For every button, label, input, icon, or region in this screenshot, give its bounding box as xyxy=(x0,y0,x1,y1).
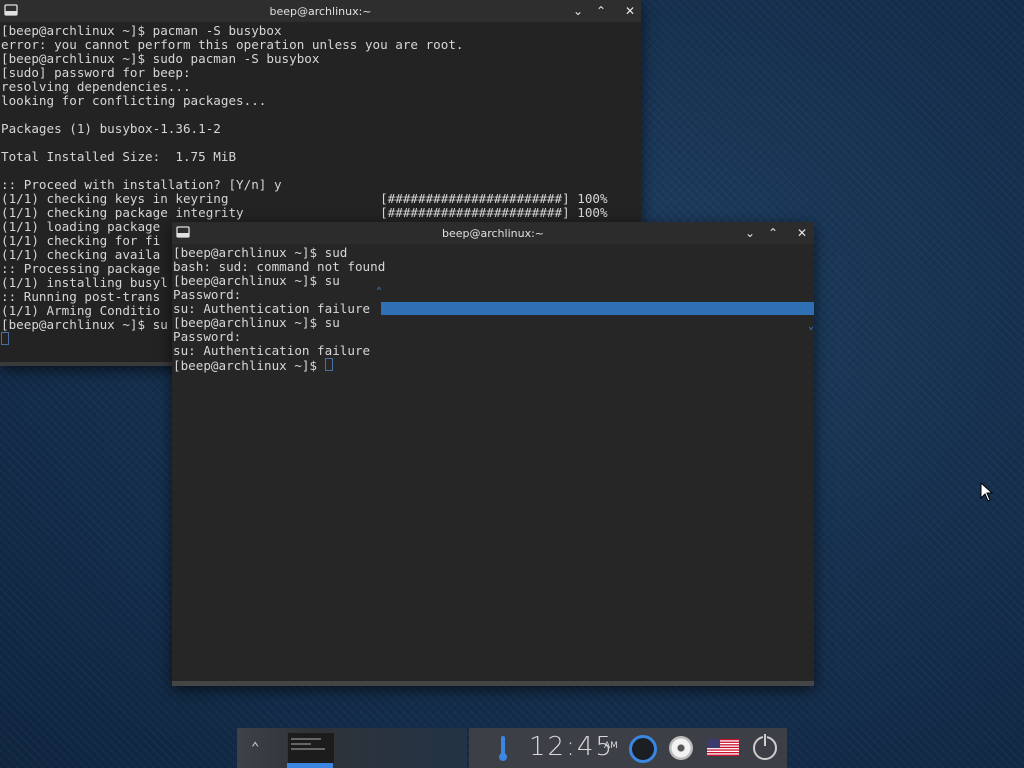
terminal-line: su: Authentication failure xyxy=(173,344,814,358)
terminal-line: Password: xyxy=(173,288,814,302)
terminal-line-text: su: Authentication failure xyxy=(173,343,371,358)
window-title: beep@archlinux:~ xyxy=(269,5,372,18)
terminal-line-text: Total Installed Size: 1.75 MiB xyxy=(1,149,237,164)
terminal-line-text: error: you cannot perform this operation… xyxy=(1,37,464,52)
terminal-line: Packages (1) busybox-1.36.1-2 xyxy=(1,122,641,136)
power-icon[interactable] xyxy=(753,734,777,760)
terminal-line-text: [beep@archlinux ~]$ pacman -S busybox xyxy=(1,23,282,38)
terminal-line: [beep@archlinux ~]$ xyxy=(173,358,814,373)
terminal-line: [beep@archlinux ~]$ pacman -S busybox xyxy=(1,24,641,38)
window-title: beep@archlinux:~ xyxy=(441,227,545,240)
terminal-line-text: su: Authentication failure xyxy=(173,301,371,316)
terminal-line: (1/1) checking package integrity [######… xyxy=(1,206,641,220)
text-cursor xyxy=(324,358,333,371)
terminal-line: (1/1) checking keys in keyring [########… xyxy=(1,192,641,206)
terminal-line: error: you cannot perform this operation… xyxy=(1,38,641,52)
terminal-line-text: (1/1) checking keys in keyring [########… xyxy=(1,191,608,206)
clock-ampm: AM xyxy=(604,741,618,751)
terminal-line-text: (1/1) loading package xyxy=(1,219,161,234)
minimize-icon[interactable]: ⌄ xyxy=(741,224,759,242)
close-icon[interactable]: ✕ xyxy=(621,2,639,20)
chevron-up-icon[interactable]: ⌃ xyxy=(251,740,259,756)
terminal-line: resolving dependencies... xyxy=(1,80,641,94)
terminal-line-text: Password: xyxy=(173,329,242,344)
terminal-line-text: Password: xyxy=(173,287,242,302)
window-border xyxy=(172,681,814,686)
taskbar-tasks: ⌃ xyxy=(237,728,467,768)
us-flag-icon[interactable] xyxy=(707,739,739,756)
ring-icon[interactable] xyxy=(629,735,657,763)
terminal-line: :: Proceed with installation? [Y/n] y xyxy=(1,178,641,192)
terminal-line-text: (1/1) checking for fi xyxy=(1,233,161,248)
thermometer-icon[interactable] xyxy=(499,736,507,761)
terminal-line-text: resolving dependencies... xyxy=(1,79,191,94)
disc-icon[interactable] xyxy=(669,736,693,760)
terminal-line: Password: xyxy=(173,330,814,344)
terminal-line: [beep@archlinux ~]$ sud xyxy=(173,246,814,260)
terminal-line-text: :: Proceed with installation? [Y/n] y xyxy=(1,177,282,192)
close-icon[interactable]: ✕ xyxy=(793,224,811,242)
terminal-line-text: [beep@archlinux ~]$ sud xyxy=(173,245,348,260)
terminal-line-text: looking for conflicting packages... xyxy=(1,93,267,108)
terminal-line: su: Authentication failure xyxy=(173,302,814,316)
terminal-line-text: (1/1) checking availa xyxy=(1,247,161,262)
terminal-line-text: [sudo] password for beep: xyxy=(1,65,191,80)
terminal-line-text: (1/1) Arming Conditio xyxy=(1,303,161,318)
terminal-line-text: Packages (1) busybox-1.36.1-2 xyxy=(1,121,221,136)
terminal-line: [beep@archlinux ~]$ su xyxy=(173,316,814,330)
terminal-line-text: :: Processing package xyxy=(1,261,161,276)
titlebar[interactable]: beep@archlinux:~ ⌄ ⌃ ✕ xyxy=(172,222,814,244)
terminal-line: bash: sud: command not found xyxy=(173,260,814,274)
terminal-line-text: [beep@archlinux ~]$ su xyxy=(173,273,340,288)
terminal-output[interactable]: [beep@archlinux ~]$ sud bash: sud: comman… xyxy=(172,246,814,686)
terminal-line-text: [beep@archlinux ~]$ su xyxy=(1,317,168,332)
terminal-line: [beep@archlinux ~]$ sudo pacman -S busyb… xyxy=(1,52,641,66)
terminal-line-text: (1/1) checking package integrity [######… xyxy=(1,205,608,220)
maximize-icon[interactable]: ⌃ xyxy=(592,2,610,20)
terminal-line-text: (1/1) installing busyl xyxy=(1,275,168,290)
text-cursor xyxy=(1,332,9,345)
terminal-line-text: :: Running post-trans xyxy=(1,289,161,304)
terminal-line: Total Installed Size: 1.75 MiB xyxy=(1,150,641,164)
terminal-line-text: [beep@archlinux ~]$ su xyxy=(173,315,340,330)
terminal-window-front[interactable]: beep@archlinux:~ ⌄ ⌃ ✕ ⌃ ⌄ [beep@archlin… xyxy=(172,222,814,686)
task-thumbnail[interactable] xyxy=(287,732,335,764)
terminal-line: [beep@archlinux ~]$ su xyxy=(173,274,814,288)
mouse-pointer-icon xyxy=(980,482,994,502)
minimize-icon[interactable]: ⌄ xyxy=(569,2,587,20)
maximize-icon[interactable]: ⌃ xyxy=(764,224,782,242)
terminal-line: looking for conflicting packages... xyxy=(1,94,641,108)
terminal-line-text: [beep@archlinux ~]$ xyxy=(173,358,325,373)
clock[interactable]: 12:45 xyxy=(529,732,614,762)
active-task-indicator xyxy=(287,763,333,768)
titlebar[interactable]: beep@archlinux:~ ⌄ ⌃ ✕ xyxy=(0,0,641,22)
terminal-line: [sudo] password for beep: xyxy=(1,66,641,80)
terminal-line-text: [beep@archlinux ~]$ sudo pacman -S busyb… xyxy=(1,51,320,66)
taskbar-tray: 12:45 AM xyxy=(469,728,787,768)
terminal-line-text: bash: sud: command not found xyxy=(173,259,386,274)
